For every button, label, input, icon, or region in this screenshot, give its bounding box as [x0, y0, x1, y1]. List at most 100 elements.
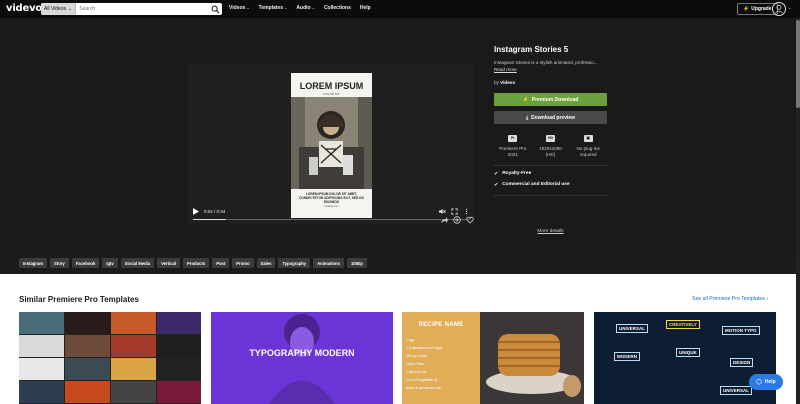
tag-chip[interactable]: Vertical — [157, 258, 181, 268]
videvo-logo[interactable]: videvo — [6, 3, 42, 14]
fullscreen-icon[interactable] — [451, 207, 458, 215]
nav-audio[interactable]: Audio⌄ — [296, 5, 315, 11]
card-word: MODERN — [614, 352, 640, 361]
chevron-down-icon: ⌄ — [311, 5, 315, 10]
more-details-link[interactable]: More details — [494, 229, 607, 234]
check-icon: ✔ — [494, 181, 499, 188]
tag-chip[interactable]: Post — [212, 258, 230, 268]
premiere-pro-icon: Pr — [508, 135, 518, 142]
more-options-icon[interactable] — [463, 208, 470, 215]
spec-software: Pr Premiere Pro 2021 — [499, 135, 527, 157]
thumbnail-tile — [111, 335, 156, 357]
thumbnail-tile — [157, 381, 201, 403]
card-word: UNIQUE — [676, 348, 700, 357]
chevron-down-icon: ⌄ — [246, 5, 250, 10]
divider — [494, 164, 607, 166]
play-icon[interactable] — [193, 207, 199, 215]
lightning-icon: ⚡ — [522, 96, 529, 103]
tag-chip[interactable]: Facebook — [71, 258, 100, 268]
upgrade-label: Upgrade — [751, 6, 772, 12]
card-word: UNIVERSAL — [616, 324, 649, 333]
see-all-link[interactable]: See all Premiere Pro Templates › — [692, 296, 768, 302]
premium-download-button[interactable]: ⚡ Premium Download — [494, 93, 607, 106]
tag-chip[interactable]: Products — [183, 258, 210, 268]
progress-bar[interactable] — [193, 219, 470, 220]
video-player[interactable]: LOREM IPSUM DOLOR SIT LOREM IPSUM DOLOR … — [188, 63, 475, 225]
template-title: Instagram Stories 5 — [494, 45, 569, 54]
tag-chip[interactable]: Typography — [278, 258, 311, 268]
street-art-photo — [291, 97, 372, 189]
scrollbar-thumb[interactable] — [796, 20, 800, 108]
heart-icon[interactable] — [466, 216, 474, 224]
thumbnail-tile — [157, 335, 201, 357]
pancake-photo — [480, 312, 584, 404]
tag-chip[interactable]: Promo — [232, 258, 254, 268]
tag-chip[interactable]: Social Media — [120, 258, 155, 268]
chat-icon: ◯ — [756, 379, 762, 385]
thumbnail-tile — [111, 358, 156, 380]
nav-help[interactable]: Help — [360, 5, 371, 11]
card-word: MOTION TYPO — [722, 326, 760, 335]
add-to-collection-icon[interactable] — [453, 216, 461, 224]
thumbnail-tile — [65, 381, 110, 403]
download-preview-button[interactable]: ⤓ Download preview — [494, 111, 607, 124]
read-more-link[interactable]: Read more — [494, 67, 607, 72]
search-scope-label: All Videos — [44, 6, 67, 12]
tag-chip[interactable]: Animations — [313, 258, 344, 268]
chevron-down-icon: ⌄ — [68, 6, 73, 12]
by-label: by — [494, 80, 499, 85]
main-nav: Videos⌄ Templates⌄ Audio⌄ Collections He… — [229, 5, 371, 11]
top-navigation-bar: videvo All Videos ⌄ Videos⌄ Templates⌄ A… — [0, 0, 800, 18]
nav-templates[interactable]: Templates⌄ — [259, 5, 288, 11]
feature-commercial-use: ✔ Commercial and Editorial use — [494, 181, 570, 188]
volume-mute-icon[interactable] — [439, 208, 446, 215]
nav-collections[interactable]: Collections — [324, 5, 351, 11]
thumbnail-tile — [157, 358, 201, 380]
tag-chip[interactable]: Instagram — [19, 258, 48, 268]
download-icon: ⤓ — [525, 114, 529, 121]
template-card[interactable]: TYPOGRAPHY MODERN — [211, 312, 393, 404]
thumbnail-tile — [65, 335, 110, 357]
lightning-icon: ⚡ — [743, 6, 750, 12]
nav-videos[interactable]: Videos⌄ — [229, 5, 250, 11]
help-label: Help — [764, 379, 776, 385]
recipe-title: RECIPE NAME — [418, 322, 464, 328]
template-card[interactable]: RECIPE NAME 1 egg 2-3 tablespoons of sug… — [402, 312, 584, 404]
tag-chip[interactable]: Sales — [256, 258, 276, 268]
video-preview-frame: LOREM IPSUM DOLOR SIT LOREM IPSUM DOLOR … — [291, 73, 372, 218]
template-description: Instagram Stories is a stylish animated,… — [494, 60, 598, 65]
thumbnail-tile — [19, 335, 64, 357]
premium-download-label: Premium Download — [531, 96, 579, 103]
plugin-icon: ▣ — [583, 135, 593, 142]
player-controls: 0:04 / 0:34 — [188, 203, 475, 219]
tag-chip[interactable]: Igtv — [102, 258, 118, 268]
author-line: by Videvo — [494, 80, 607, 85]
search-icon[interactable] — [211, 5, 220, 14]
tag-chip[interactable]: Story — [50, 258, 69, 268]
thumbnail-tile — [19, 312, 64, 334]
card-word: CREATIVELY — [666, 320, 700, 329]
thumbnail-tile — [157, 312, 201, 334]
card-word: DESIGN — [730, 358, 754, 367]
share-icon[interactable] — [440, 216, 448, 224]
template-card[interactable]: UNIVERSAL CREATIVELY MOTION TYPO MODERN … — [594, 312, 776, 404]
chevron-down-icon[interactable]: ⌄ — [788, 5, 791, 10]
tag-list: Instagram Story Facebook Igtv Social Med… — [19, 258, 367, 268]
similar-templates-section: Similar Premiere Pro Templates See all P… — [0, 274, 800, 404]
search-bar: All Videos ⌄ — [41, 3, 222, 15]
user-avatar-icon[interactable] — [772, 2, 786, 16]
video-actions — [440, 216, 474, 224]
playback-time: 0:04 / 0:34 — [204, 208, 226, 214]
template-card[interactable] — [19, 312, 201, 404]
progress-fill — [193, 219, 227, 220]
search-scope-dropdown[interactable]: All Videos ⌄ — [41, 3, 77, 15]
thumbnail-tile — [111, 381, 156, 403]
thumbnail-tile — [65, 312, 110, 334]
thumbnail-tile — [111, 312, 156, 334]
divider — [494, 194, 607, 196]
search-input[interactable] — [76, 3, 211, 15]
tag-chip[interactable]: 1080p — [346, 258, 367, 268]
author-link[interactable]: Videvo — [500, 80, 515, 85]
hd-icon: HD — [545, 135, 555, 142]
help-chat-button[interactable]: ◯ Help — [749, 374, 783, 390]
